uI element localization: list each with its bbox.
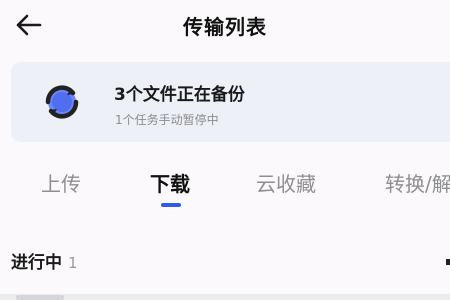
list-item-thumbnail xyxy=(16,295,64,300)
section-label: 进行中 xyxy=(11,253,62,273)
section-count: 1 xyxy=(68,254,78,272)
tab-convert[interactable]: 转换/解 xyxy=(385,168,450,197)
transfer-tabs: 上传 下载 云收藏 转换/解 xyxy=(0,168,450,212)
backup-status-card[interactable]: 3个文件正在备份 1个任务手动暂停中 xyxy=(11,62,450,142)
list-item-partial xyxy=(0,294,450,300)
sync-icon xyxy=(45,85,79,119)
backup-subtitle: 1个任务手动暂停中 xyxy=(115,113,219,127)
transfer-list-screen: 传输列表 3个文件正在备份 1个任务手动暂停中 上传 下载 云收藏 转换/解 进… xyxy=(0,0,450,300)
action-button-partial[interactable] xyxy=(446,259,450,265)
backup-title: 3个文件正在备份 xyxy=(114,85,245,105)
tab-download[interactable]: 下载 xyxy=(150,168,190,197)
top-bar: 传输列表 xyxy=(0,0,450,50)
active-tab-indicator xyxy=(161,203,181,207)
tab-upload[interactable]: 上传 xyxy=(41,168,81,197)
page-title: 传输列表 xyxy=(183,15,267,39)
tab-cloud-favorites[interactable]: 云收藏 xyxy=(256,168,316,197)
section-header: 进行中 1 xyxy=(11,248,78,273)
